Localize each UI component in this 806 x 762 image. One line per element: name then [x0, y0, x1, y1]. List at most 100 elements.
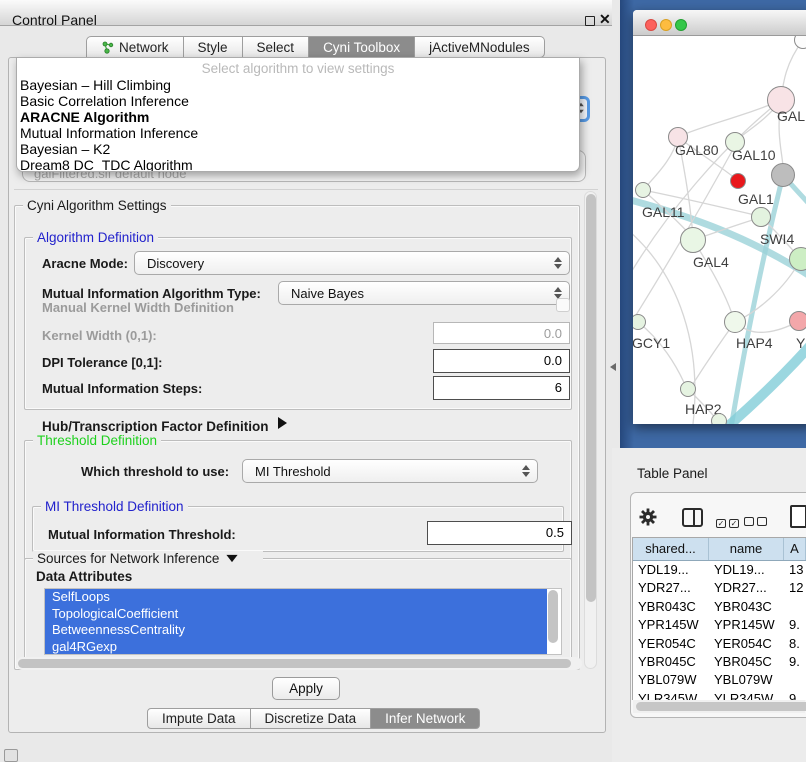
table-row[interactable]: YBR045CYBR045C9. [633, 653, 806, 671]
node-label: SWI4 [760, 231, 794, 247]
select-all-columns-icon[interactable]: ✓✓ [716, 513, 739, 531]
algorithm-dropdown-prompt: Select algorithm to view settings [17, 58, 579, 77]
spinner-down-icon [522, 472, 530, 477]
attribute-item[interactable]: gal4RGexp [45, 639, 547, 655]
algorithm-option[interactable]: Basic Correlation Inference [17, 93, 579, 109]
column-header-partial[interactable]: A [784, 538, 806, 560]
algorithm-option[interactable]: Bayesian – K2 [17, 141, 579, 157]
attribute-item[interactable]: SelfLoops [45, 589, 547, 606]
tab-infer-network[interactable]: Infer Network [371, 708, 480, 729]
tab-cyni-toolbox[interactable]: Cyni Toolbox [309, 36, 415, 58]
table-row[interactable]: YER054CYER054C8. [633, 635, 806, 653]
table-cell: YPR145W [709, 616, 784, 634]
tab-network[interactable]: Network [86, 36, 184, 58]
table-row[interactable]: YPR145WYPR145W9. [633, 616, 806, 634]
node-label: GAL80 [675, 142, 719, 158]
splitter-collapse-icon[interactable] [610, 363, 616, 371]
tab-jactivemnodules[interactable]: jActiveMNodules [415, 36, 545, 58]
collapse-arrow-icon[interactable] [227, 555, 238, 562]
column-header-name[interactable]: name [709, 538, 784, 560]
spinner-up-icon [522, 465, 530, 470]
table-row[interactable]: YLR345WYLR345W9. [633, 690, 806, 700]
table-row[interactable]: YBL079WYBL079W [633, 671, 806, 689]
data-attributes-list[interactable]: SelfLoopsTopologicalCoefficientBetweenne… [44, 588, 562, 655]
table-row[interactable]: YDR27...YDR27...12 [633, 579, 806, 597]
float-window-button[interactable] [585, 16, 595, 26]
manual-kernel-width-checkbox[interactable] [556, 298, 570, 312]
unselect-all-columns-icon[interactable] [744, 513, 767, 531]
algorithm-option[interactable]: ARACNE Algorithm [17, 109, 579, 125]
node-label: GAL1 [738, 191, 774, 207]
table-row[interactable]: YBR043CYBR043C [633, 598, 806, 616]
tab-label: Style [198, 40, 228, 55]
apply-button[interactable]: Apply [272, 677, 340, 700]
kernel-width-field[interactable]: 0.0 [433, 322, 570, 344]
tab-label: Select [257, 40, 295, 55]
table-cell: YDL19... [709, 561, 784, 579]
close-window-icon[interactable] [645, 19, 657, 31]
node-gal4[interactable] [680, 227, 706, 253]
mi-threshold-field[interactable]: 0.5 [427, 521, 572, 545]
node[interactable] [794, 36, 806, 49]
node[interactable] [711, 413, 727, 424]
settings-horizontal-scroll-thumb[interactable] [18, 659, 571, 668]
node-swi4[interactable] [789, 247, 806, 271]
algorithm-option[interactable]: Mutual Information Inference [17, 125, 579, 141]
tab-impute-data[interactable]: Impute Data [147, 708, 251, 729]
node-hap2[interactable] [680, 381, 696, 397]
aracne-mode-combo[interactable]: Discovery [134, 251, 570, 275]
network-view-window: GALGAL80GAL10GAL11GAL1GAL4SWI4GCY1HAP4YH… [633, 10, 806, 424]
mi-algorithm-type-combo[interactable]: Naive Bayes [278, 281, 570, 305]
table-cell: YBL079W [633, 671, 709, 689]
node-gal11[interactable] [635, 182, 651, 198]
columns-icon[interactable] [682, 508, 703, 527]
node-label: GCY1 [633, 335, 670, 351]
tab-style[interactable]: Style [184, 36, 243, 58]
node[interactable] [771, 163, 795, 187]
node[interactable] [730, 173, 746, 189]
aracne-mode-value: Discovery [147, 256, 204, 271]
node-gal1[interactable] [751, 207, 771, 227]
minimized-panel-chip[interactable] [4, 749, 18, 762]
network-nodes-layer: GALGAL80GAL10GAL11GAL1GAL4SWI4GCY1HAP4YH… [633, 36, 806, 424]
minimize-window-icon[interactable] [660, 19, 672, 31]
tab-label: jActiveMNodules [429, 40, 530, 55]
attribute-item[interactable]: TopologicalCoefficient [45, 606, 547, 623]
manual-kernel-width-label: Manual Kernel Width Definition [42, 300, 234, 315]
network-window-titlebar[interactable] [633, 10, 806, 36]
table-cell: 13 [784, 561, 806, 579]
node-hap4[interactable] [724, 311, 746, 333]
which-threshold-combo[interactable]: MI Threshold [242, 459, 538, 483]
table-cell [784, 598, 806, 616]
close-panel-button[interactable]: ✕ [599, 11, 611, 28]
settings-vertical-scroll-thumb[interactable] [586, 194, 596, 602]
spinner-up-icon [554, 287, 562, 292]
node-table[interactable]: shared... name A YDL19...YDL19...13YDR27… [632, 537, 806, 700]
table-row[interactable]: YDL19...YDL19...13 [633, 561, 806, 579]
expand-arrow-icon[interactable] [278, 417, 287, 429]
node-y[interactable] [789, 311, 806, 331]
table-cell [784, 671, 806, 689]
gear-icon[interactable] [639, 508, 657, 526]
column-header-shared-name[interactable]: shared... [633, 538, 709, 560]
zoom-window-icon[interactable] [675, 19, 687, 31]
table-cell: YER054C [709, 635, 784, 653]
attribute-item[interactable]: BetweennessCentrality [45, 622, 547, 639]
table-cell: YPR145W [633, 616, 709, 634]
table-cell: YLR345W [709, 690, 784, 700]
attributes-list-scrollbar[interactable] [548, 590, 558, 643]
mi-steps-field[interactable]: 6 [433, 376, 570, 400]
tab-select[interactable]: Select [243, 36, 310, 58]
table-cell: YDR27... [633, 579, 709, 597]
import-table-icon[interactable] [790, 505, 806, 528]
network-icon [101, 41, 114, 54]
algorithm-option[interactable]: Dream8 DC_TDC Algorithm [17, 157, 579, 172]
node-gcy1[interactable] [633, 314, 646, 330]
mi-algorithm-type-label: Mutual Information Algorithm Type: [42, 286, 261, 301]
mi-algorithm-type-value: Naive Bayes [291, 286, 364, 301]
network-canvas[interactable]: GALGAL80GAL10GAL11GAL1GAL4SWI4GCY1HAP4YH… [633, 36, 806, 424]
algorithm-option[interactable]: Bayesian – Hill Climbing [17, 77, 579, 93]
dpi-tolerance-field[interactable]: 0.0 [433, 349, 570, 373]
table-horizontal-scroll-thumb[interactable] [636, 702, 806, 711]
tab-discretize-data[interactable]: Discretize Data [251, 708, 372, 729]
